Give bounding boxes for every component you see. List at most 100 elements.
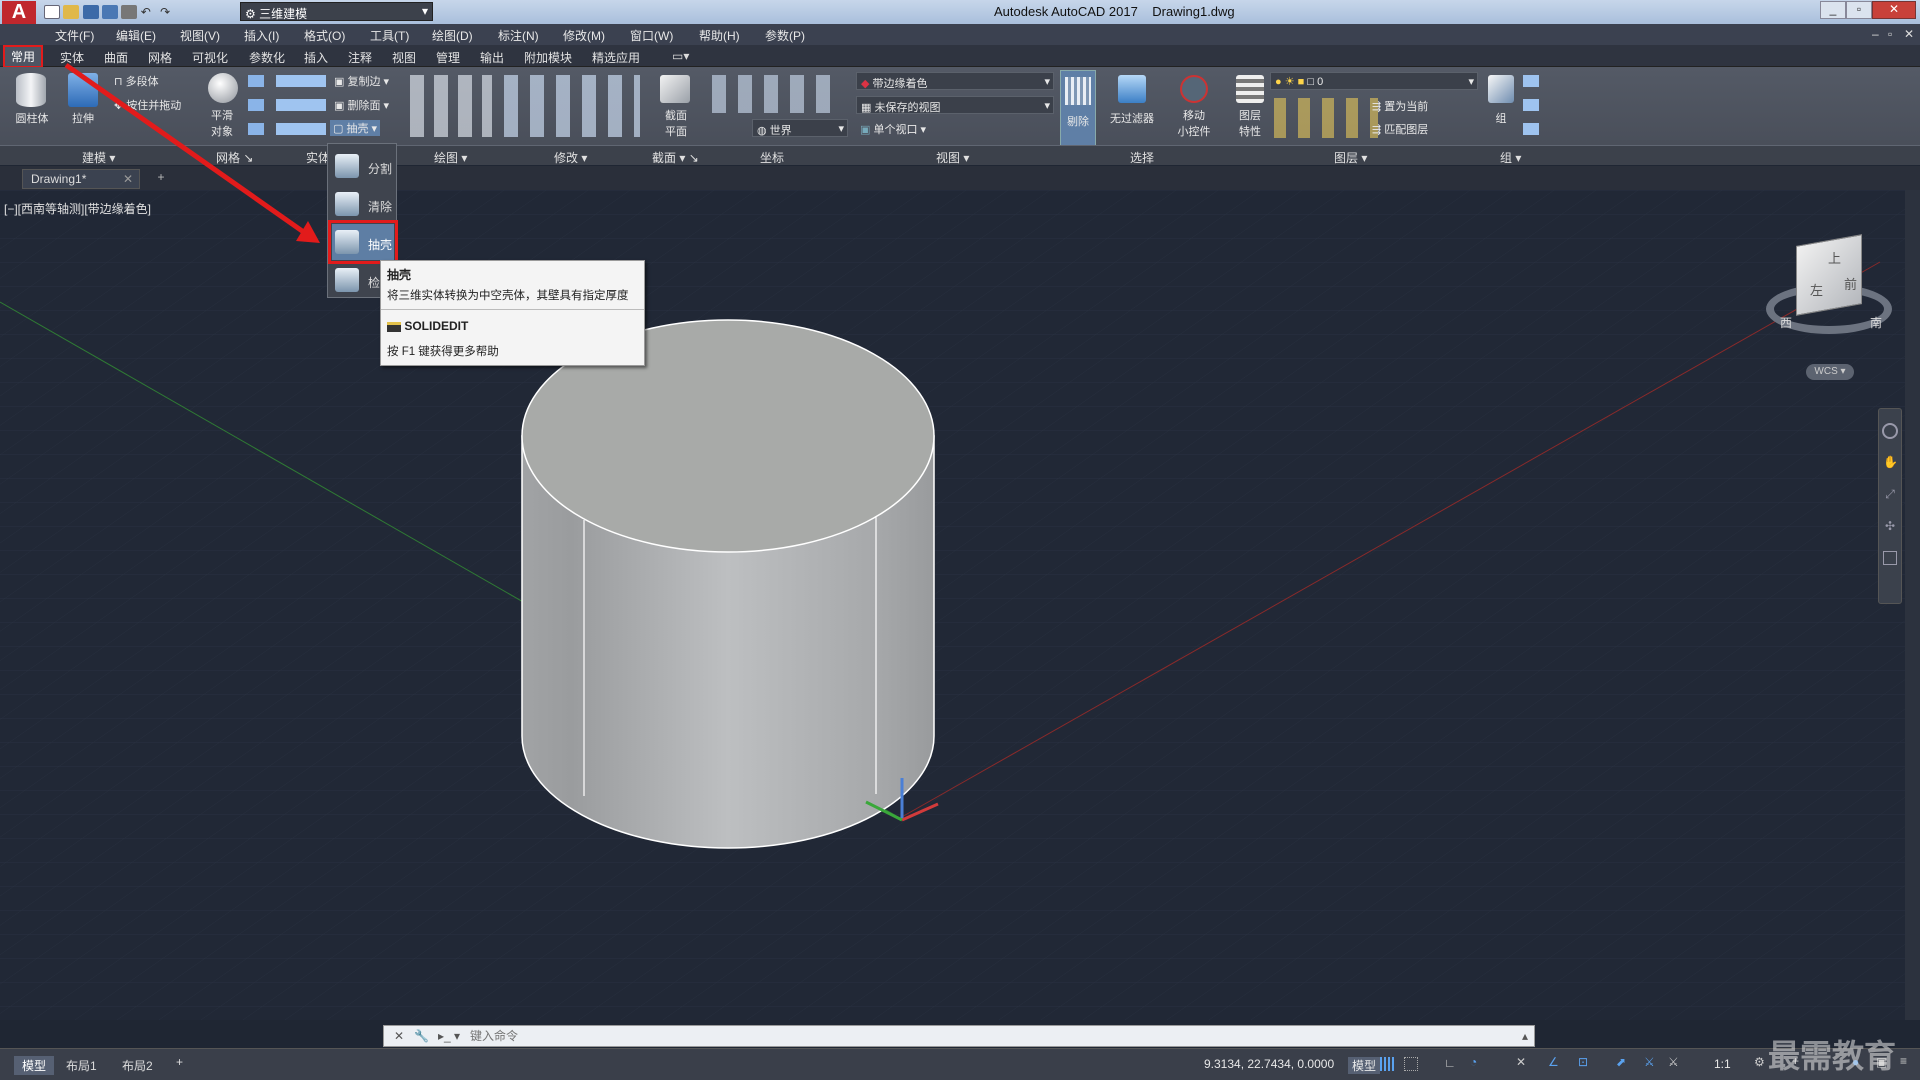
shell-small-button[interactable]: ▢ 抽壳 ▾	[330, 120, 381, 136]
tab-insert[interactable]: 插入	[298, 48, 334, 67]
customize-menu-icon[interactable]: ≡	[1900, 1054, 1907, 1068]
print-icon[interactable]	[121, 4, 138, 19]
zoom-icon[interactable]: ⤢	[1883, 487, 1897, 503]
cylinder-icon[interactable]	[16, 73, 46, 107]
copy-edges-button[interactable]: ▣ 复制边 ▾	[334, 73, 389, 89]
match-layer-button[interactable]: ⇶ 匹配图层	[1372, 121, 1428, 137]
flyout-item-shell[interactable]: 抽壳	[328, 220, 398, 264]
menu-draw[interactable]: 绘图(D)	[432, 27, 473, 44]
dynamic-ucs-icon[interactable]: ⊡	[1578, 1055, 1588, 1069]
drawing-viewport[interactable]: [−][西南等轴测][带边缘着色] 上 左 前 西 南 WCS ▾ ✋ ⤢ ✣	[0, 190, 1905, 1020]
ucs-dropdown[interactable]: ◍ 世界 ▾	[752, 119, 848, 137]
polysolid-button[interactable]: ⊓ 多段体	[114, 73, 159, 89]
menu-file[interactable]: 文件(F)	[55, 27, 94, 44]
presspull-button[interactable]: ✥ 按住并拖动	[114, 97, 181, 113]
flyout-item-separate[interactable]: 分割	[332, 148, 394, 184]
close-icon[interactable]: ✕	[123, 172, 133, 186]
cull-button[interactable]: 剔除	[1060, 70, 1096, 146]
annotation-scale[interactable]: 1:1	[1714, 1057, 1731, 1071]
viewcube-top-label[interactable]: 上	[1828, 248, 1841, 267]
menu-view[interactable]: 视图(V)	[180, 27, 220, 44]
saved-view-dropdown[interactable]: ▦ 未保存的视图 ▾	[856, 96, 1054, 114]
doc-restore-button[interactable]: ▫	[1888, 27, 1892, 41]
maximize-button[interactable]: ▫	[1846, 1, 1872, 19]
group-button[interactable]: 组	[1488, 110, 1514, 126]
panel-modify[interactable]: 修改 ▾	[554, 149, 587, 166]
extrude-icon[interactable]	[68, 73, 98, 107]
extrude-button[interactable]: 拉伸	[62, 110, 104, 126]
menu-help[interactable]: 帮助(H)	[699, 27, 740, 44]
polar-toggle-icon[interactable]: ◔	[1470, 1055, 1477, 1069]
group-icon[interactable]	[1488, 75, 1514, 103]
model-space-button[interactable]: 模型	[1348, 1057, 1381, 1074]
menu-dimension[interactable]: 标注(N)	[498, 27, 539, 44]
no-filter-icon[interactable]	[1118, 75, 1146, 103]
redo-icon[interactable]: ↷	[160, 5, 176, 19]
smooth-object-icon[interactable]	[208, 73, 238, 103]
wcs-menu[interactable]: WCS ▾	[1806, 364, 1854, 380]
close-button[interactable]: ✕	[1872, 1, 1916, 19]
workspace-gear-icon[interactable]: ⚙	[1754, 1055, 1765, 1069]
ortho-toggle-icon[interactable]: ∟	[1444, 1056, 1456, 1070]
cylinder-button[interactable]: 圆柱体	[10, 110, 54, 126]
layer-tools-icons[interactable]	[1274, 98, 1378, 138]
section-plane-button[interactable]: 截面 平面	[654, 107, 698, 139]
minimize-button[interactable]: _	[1820, 1, 1846, 19]
vertical-scrollbar[interactable]	[1905, 190, 1920, 1020]
document-tab[interactable]: Drawing1* ✕	[22, 169, 140, 189]
autocad-logo-icon[interactable]: A	[2, 1, 36, 24]
tab-visualize[interactable]: 可视化	[186, 48, 234, 67]
osnap-toggle-icon[interactable]: ✕	[1516, 1055, 1526, 1069]
close-icon[interactable]: ✕	[394, 1029, 404, 1043]
tab-surface[interactable]: 曲面	[98, 48, 134, 67]
layout-tab-model[interactable]: 模型	[14, 1056, 55, 1075]
workspace-dropdown[interactable]: ⚙ 三维建模 ▾	[240, 2, 433, 21]
tab-manage[interactable]: 管理	[430, 48, 466, 67]
grid-toggle-icon[interactable]	[1380, 1057, 1394, 1071]
ucs-tools-icons[interactable]	[712, 75, 842, 113]
snap-toggle-icon[interactable]	[1404, 1057, 1418, 1071]
panel-modeling[interactable]: 建模 ▾	[82, 149, 115, 166]
panel-view[interactable]: 视图 ▾	[936, 149, 969, 166]
no-filter-button[interactable]: 无过滤器	[1104, 110, 1160, 126]
panel-section[interactable]: 截面 ▾ ↘	[652, 149, 699, 166]
delete-faces-button[interactable]: ▣ 删除面 ▾	[334, 97, 389, 113]
coordinates-readout[interactable]: 9.3134, 22.7434, 0.0000	[1204, 1057, 1334, 1071]
group-tools-icons[interactable]	[1523, 75, 1539, 137]
tab-solid[interactable]: 实体	[54, 48, 90, 67]
doc-close-button[interactable]: ✕	[1904, 27, 1914, 41]
set-current-button[interactable]: ⇶ 置为当前	[1372, 98, 1428, 114]
modify-tools-icons[interactable]	[504, 75, 640, 137]
layout-tab-2[interactable]: 布局2	[122, 1057, 153, 1074]
otrack-toggle-icon[interactable]: ∠	[1548, 1055, 1559, 1069]
panel-draw[interactable]: 绘图 ▾	[434, 149, 467, 166]
cylinder-solid[interactable]	[521, 319, 935, 849]
ribbon-toggle-icon[interactable]: ▭▾	[672, 49, 689, 63]
tab-home[interactable]: 常用	[3, 45, 44, 68]
command-input[interactable]	[470, 1028, 1510, 1044]
tab-addins[interactable]: 附加模块	[518, 48, 578, 67]
tab-mesh[interactable]: 网格	[142, 48, 178, 67]
menu-tools[interactable]: 工具(T)	[370, 27, 409, 44]
tab-view[interactable]: 视图	[386, 48, 422, 67]
move-gizmo-icon[interactable]	[1180, 75, 1208, 103]
panel-mesh[interactable]: 网格 ↘	[216, 149, 253, 166]
annotation-visibility-icon[interactable]: ⚔	[1644, 1055, 1655, 1069]
tab-parametric[interactable]: 参数化	[243, 48, 291, 67]
menu-insert[interactable]: 插入(I)	[244, 27, 279, 44]
viewcube[interactable]: 上 左 前 西 南	[1764, 234, 1894, 364]
section-plane-icon[interactable]	[660, 75, 690, 103]
panel-layers[interactable]: 图层 ▾	[1334, 149, 1367, 166]
command-prompt-icon[interactable]: ▸_ ▾	[438, 1029, 460, 1043]
flyout-item-clean[interactable]: 清除	[332, 186, 394, 222]
viewcube-left-label[interactable]: 左	[1810, 280, 1823, 299]
solid-edit-icons[interactable]	[276, 75, 326, 135]
doc-minimize-button[interactable]: –	[1872, 27, 1879, 41]
new-icon[interactable]	[44, 4, 60, 19]
compass-south-label[interactable]: 南	[1870, 314, 1882, 331]
tab-featured-apps[interactable]: 精选应用	[586, 48, 646, 67]
layer-properties-icon[interactable]	[1236, 75, 1264, 103]
add-layout-button[interactable]: +	[176, 1055, 183, 1069]
new-tab-button[interactable]: +	[150, 170, 172, 188]
smooth-object-button[interactable]: 平滑 对象	[200, 107, 244, 139]
